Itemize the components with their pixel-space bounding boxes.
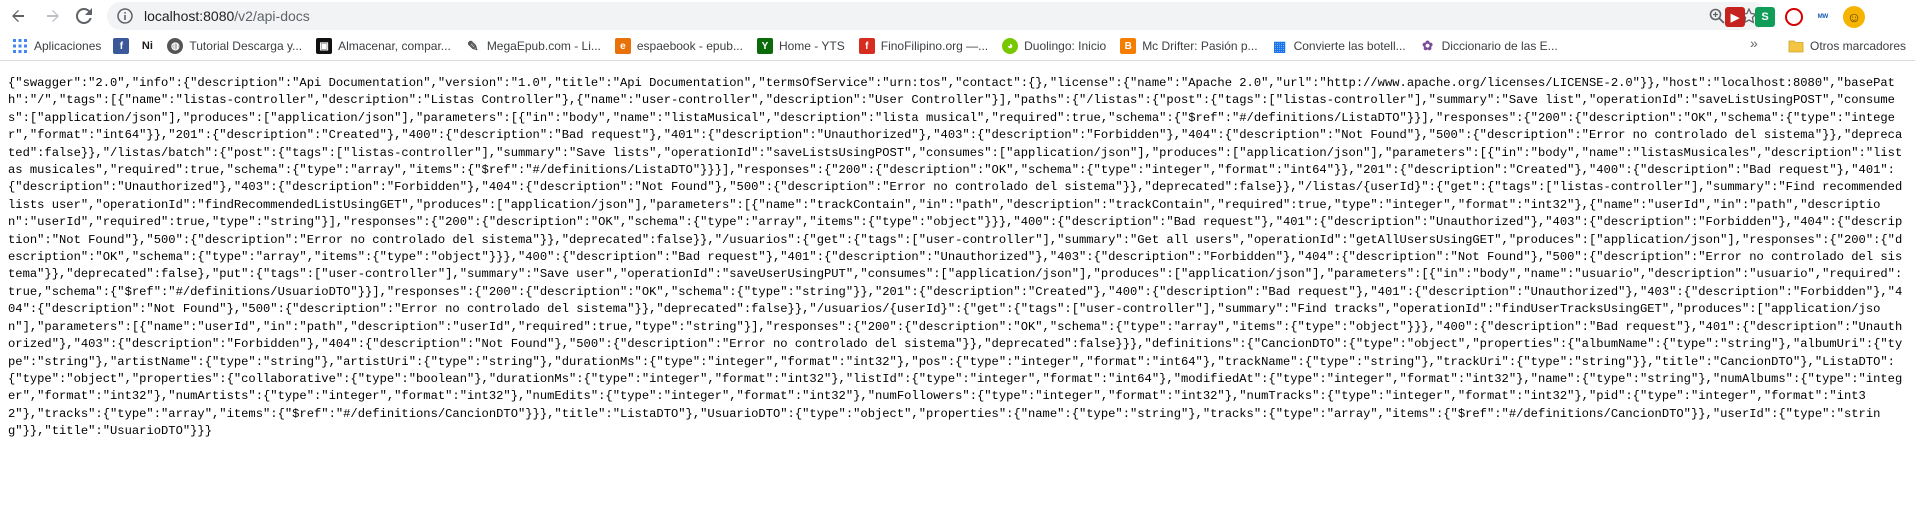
recycle-icon: ▦ — [1272, 37, 1287, 54]
api-docs-json: {"swagger":"2.0","info":{"description":"… — [8, 76, 1910, 439]
bookmark-espaebook[interactable]: e espaebook - epub... — [609, 35, 749, 57]
bookmarks-bar: Aplicaciones f Ni ◍ Tutorial Descarga y..… — [0, 32, 1915, 61]
ext-green-icon[interactable]: S — [1755, 7, 1775, 27]
ext-opera-icon[interactable] — [1785, 8, 1803, 26]
box-icon: ▣ — [316, 38, 333, 54]
bookmark-label: Duolingo: Inicio — [1024, 39, 1107, 53]
bookmark-label: Mc Drifter: Pasión p... — [1142, 39, 1258, 53]
bookmark-label: Diccionario de las E... — [1441, 39, 1558, 53]
dictionary-icon: ✿ — [1422, 38, 1434, 53]
bookmark-mcdrifter[interactable]: B Mc Drifter: Pasión p... — [1114, 35, 1263, 57]
bookmark-tutorial[interactable]: ◍ Tutorial Descarga y... — [161, 35, 308, 57]
bookmark-diccionario[interactable]: ✿ Diccionario de las E... — [1414, 35, 1564, 57]
reload-button[interactable] — [72, 4, 96, 28]
zoom-icon[interactable] — [1707, 6, 1727, 26]
ni-icon: Ni — [139, 38, 156, 54]
forward-icon — [47, 10, 59, 22]
duolingo-icon: ◕ — [1002, 38, 1019, 54]
extensions-area: ▶ S ᴹᵂ ☺ — [1725, 6, 1865, 28]
forward-button[interactable] — [41, 4, 65, 28]
bookmark-label: Convierte las botell... — [1293, 39, 1406, 53]
bookmark-almacenar[interactable]: ▣ Almacenar, compar... — [310, 35, 457, 57]
bookmark-duolingo[interactable]: ◕ Duolingo: Inicio — [996, 35, 1112, 57]
page-content: {"swagger":"2.0","info":{"description":"… — [0, 61, 1915, 441]
yts-icon: Y — [756, 38, 773, 54]
apps-grid-icon — [12, 38, 28, 54]
profile-avatar-icon[interactable]: ☺ — [1843, 6, 1865, 28]
back-icon — [12, 10, 24, 22]
bookmark-label: Almacenar, compar... — [338, 39, 451, 53]
bookmark-label: MegaEpub.com - Li... — [486, 39, 601, 53]
ext-red-icon[interactable]: ▶ — [1725, 7, 1745, 27]
browser-toolbar: localhost:8080/v2/api-docs ▶ S ᴹᵂ ☺ — [0, 0, 1915, 32]
bookmark-label: Home - YTS — [778, 39, 845, 53]
reload-icon — [76, 8, 92, 24]
other-bookmarks-label: Otros marcadores — [1810, 39, 1907, 53]
folder-icon — [1788, 38, 1804, 54]
bookmark-finofilipino[interactable]: f FinoFilipino.org —... — [853, 35, 994, 57]
info-icon[interactable] — [117, 8, 133, 24]
address-bar[interactable]: localhost:8080/v2/api-docs — [107, 2, 1767, 30]
globe-icon: ◍ — [167, 38, 184, 54]
facebook-icon: f — [113, 38, 130, 54]
bookmark-label: FinoFilipino.org —... — [880, 39, 989, 53]
ext-mw-icon[interactable]: ᴹᵂ — [1813, 7, 1833, 27]
bookmark-convierte[interactable]: ▦ Convierte las botell... — [1266, 35, 1412, 57]
url-text[interactable]: localhost:8080/v2/api-docs — [144, 8, 310, 24]
blogger-icon: B — [1120, 38, 1137, 54]
url-host: localhost:8080 — [144, 8, 235, 24]
bookmarks-overflow-button[interactable]: » — [1750, 35, 1758, 51]
bookmark-label: espaebook - epub... — [636, 39, 743, 53]
bookmark-aplicaciones[interactable]: Aplicaciones — [6, 35, 107, 57]
fino-icon: f — [858, 38, 875, 54]
espaebook-icon: e — [614, 38, 631, 54]
book-icon: ✎ — [466, 37, 479, 54]
bookmark-label: Aplicaciones — [34, 39, 102, 53]
bookmark-label: Tutorial Descarga y... — [189, 39, 303, 53]
url-path: /v2/api-docs — [234, 8, 310, 24]
back-button[interactable] — [6, 4, 30, 28]
bookmark-megaepub[interactable]: ✎ MegaEpub.com - Li... — [459, 35, 607, 57]
bookmark-facebook[interactable]: f — [109, 35, 133, 57]
bookmark-ni[interactable]: Ni — [135, 35, 159, 57]
bookmark-yts[interactable]: Y Home - YTS — [751, 35, 851, 57]
other-bookmarks-folder[interactable]: Otros marcadores — [1782, 35, 1912, 57]
